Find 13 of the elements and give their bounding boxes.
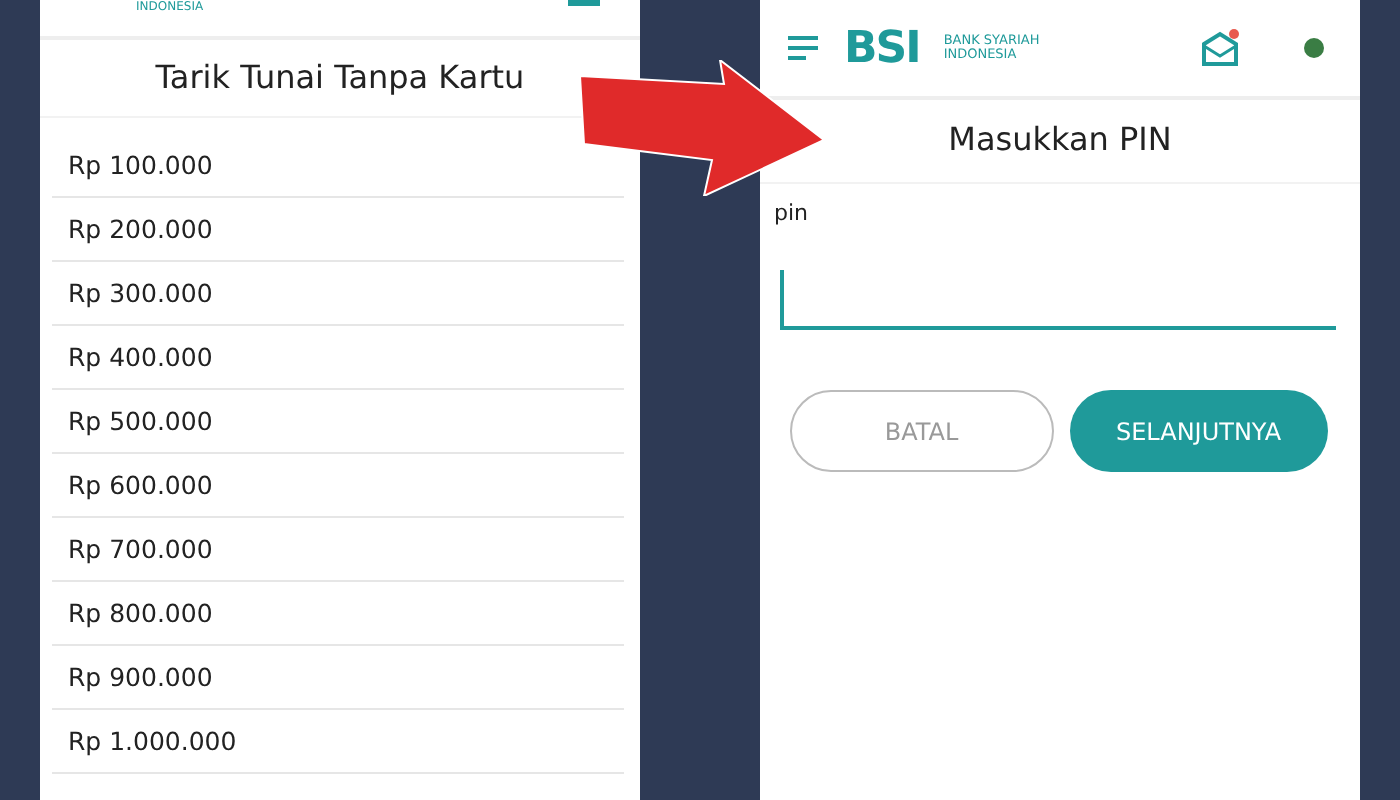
mail-icon[interactable] (1200, 28, 1240, 68)
amount-option[interactable]: Rp 200.000 (52, 198, 624, 262)
field-label: pin (772, 198, 811, 226)
amount-option[interactable]: Rp 600.000 (52, 454, 624, 518)
amount-option[interactable]: Rp 700.000 (52, 518, 624, 582)
amount-option[interactable]: Rp 500.000 (52, 390, 624, 454)
amount-option[interactable]: Rp 300.000 (52, 262, 624, 326)
amount-option[interactable]: Rp 900.000 (52, 646, 624, 710)
logo: BSI (844, 23, 920, 73)
status-dot (1304, 38, 1324, 58)
amount-option[interactable]: Rp 1.000.000 (52, 710, 624, 774)
amount-option[interactable]: Rp 400.000 (52, 326, 624, 390)
amount-option[interactable]: Rp 800.000 (52, 582, 624, 646)
